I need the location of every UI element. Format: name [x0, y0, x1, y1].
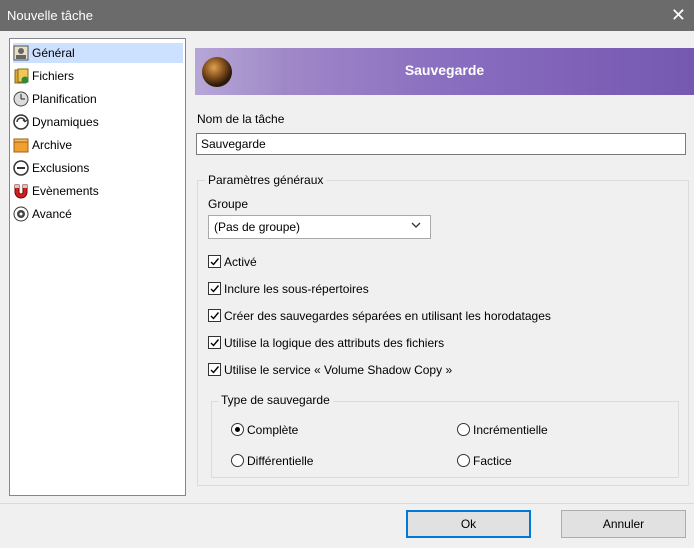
radio-label: Incrémentielle	[473, 422, 548, 437]
checkbox-box[interactable]	[208, 336, 221, 349]
sidebar-item-archive[interactable]: Archive	[13, 135, 183, 155]
sidebar-item-label: Dynamiques	[32, 115, 99, 129]
chevron-down-icon	[410, 219, 422, 234]
include-subdirs-checkbox[interactable]: Inclure les sous-répertoires	[208, 280, 369, 297]
sidebar-item-label: Planification	[32, 92, 97, 106]
file-attributes-checkbox[interactable]: Utilise la logique des attributs des fic…	[208, 334, 444, 351]
checkbox-label: Activé	[224, 254, 257, 269]
radio-circle[interactable]	[231, 423, 244, 436]
group-select[interactable]: (Pas de groupe)	[208, 215, 431, 239]
close-icon[interactable]: ✕	[671, 4, 686, 26]
volume-shadow-copy-checkbox[interactable]: Utilise le service « Volume Shadow Copy …	[208, 361, 452, 378]
sidebar-item-schedule[interactable]: Planification	[13, 89, 183, 109]
sidebar-item-general[interactable]: Général	[13, 43, 183, 63]
radio-label: Différentielle	[247, 453, 314, 468]
ok-button[interactable]: Ok	[406, 510, 531, 538]
checkbox-box[interactable]	[208, 255, 221, 268]
radio-circle[interactable]	[457, 454, 470, 467]
radio-circle[interactable]	[457, 423, 470, 436]
group-label: Groupe	[208, 197, 249, 211]
sidebar-item-label: Avancé	[32, 207, 72, 221]
timestamp-backups-checkbox[interactable]: Créer des sauvegardes séparées en utilis…	[208, 307, 551, 324]
checkbox-label: Créer des sauvegardes séparées en utilis…	[224, 308, 551, 323]
sidebar-item-events[interactable]: Evènements	[13, 181, 183, 201]
sidebar: Général Fichiers Planification Dynamique…	[9, 38, 186, 496]
sidebar-item-label: Général	[32, 46, 75, 60]
clock-icon	[13, 91, 29, 107]
radio-differential[interactable]: Différentielle	[231, 452, 313, 469]
sidebar-item-label: Exclusions	[32, 161, 90, 175]
general-icon	[13, 45, 29, 61]
banner-title: Sauvegarde	[404, 62, 485, 78]
checkbox-box[interactable]	[208, 309, 221, 322]
header-banner: Sauvegarde	[195, 48, 694, 95]
checkbox-label: Inclure les sous-répertoires	[224, 281, 369, 296]
gear-icon	[13, 206, 29, 222]
sidebar-item-advanced[interactable]: Avancé	[13, 204, 183, 224]
sidebar-item-label: Evènements	[32, 184, 99, 198]
footer-divider	[0, 503, 694, 504]
exclusion-icon	[13, 160, 29, 176]
sidebar-item-dynamic[interactable]: Dynamiques	[13, 112, 183, 132]
radio-label: Complète	[247, 422, 299, 437]
checkbox-box[interactable]	[208, 282, 221, 295]
dynamic-icon	[13, 114, 29, 130]
magnet-icon	[13, 183, 29, 199]
files-icon	[13, 68, 29, 84]
title-bar: Nouvelle tâche ✕	[0, 0, 694, 31]
radio-incremental[interactable]: Incrémentielle	[457, 421, 548, 438]
sidebar-item-label: Fichiers	[32, 69, 75, 83]
task-name-input[interactable]	[196, 133, 686, 155]
enabled-checkbox[interactable]: Activé	[208, 253, 257, 270]
radio-circle[interactable]	[231, 454, 244, 467]
radio-complete[interactable]: Complète	[231, 421, 298, 438]
radio-dummy[interactable]: Factice	[457, 452, 512, 469]
checkbox-label: Utilise le service « Volume Shadow Copy …	[224, 362, 453, 377]
radio-label: Factice	[473, 453, 512, 468]
sidebar-item-label: Archive	[32, 138, 73, 152]
checkbox-label: Utilise la logique des attributs des fic…	[224, 335, 445, 350]
sidebar-item-files[interactable]: Fichiers	[13, 66, 183, 86]
window-title: Nouvelle tâche	[7, 8, 93, 23]
backup-type-legend: Type de sauvegarde	[218, 393, 333, 407]
sidebar-item-exclusions[interactable]: Exclusions	[13, 158, 183, 178]
general-settings-legend: Paramètres généraux	[205, 173, 327, 187]
task-name-label: Nom de la tâche	[197, 112, 285, 126]
cancel-button[interactable]: Annuler	[561, 510, 686, 538]
archive-icon	[13, 137, 29, 153]
group-select-value: (Pas de groupe)	[214, 220, 301, 234]
checkbox-box[interactable]	[208, 363, 221, 376]
